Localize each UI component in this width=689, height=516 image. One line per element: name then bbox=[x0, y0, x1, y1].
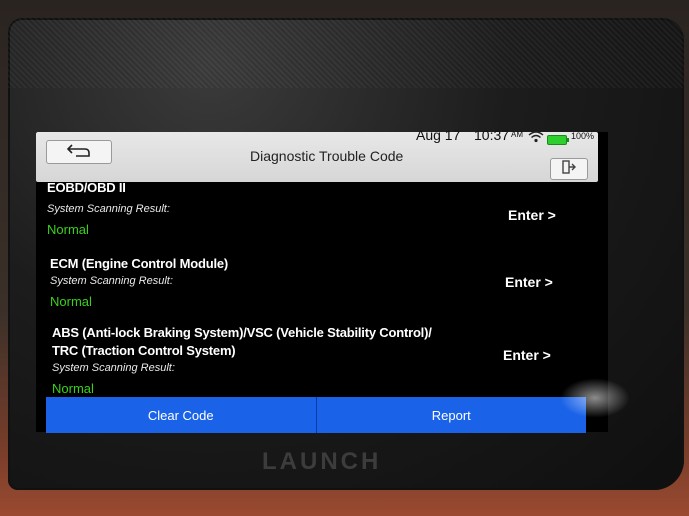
wifi-icon bbox=[528, 130, 544, 148]
system-name: ECM (Engine Control Module) bbox=[50, 256, 229, 271]
page-title: Diagnostic Trouble Code bbox=[250, 148, 404, 164]
footer-bar: Clear Code Report bbox=[46, 397, 586, 433]
status-time: 10:37 bbox=[474, 127, 510, 143]
system-name: ABS (Anti-lock Braking System)/VSC (Vehi… bbox=[52, 325, 432, 340]
back-arrow-icon bbox=[66, 142, 92, 163]
battery-icon bbox=[547, 132, 569, 150]
system-result-label: System Scanning Result: bbox=[50, 275, 173, 287]
enter-button[interactable]: Enter > bbox=[505, 274, 553, 290]
enter-button[interactable]: Enter > bbox=[503, 347, 551, 363]
bezel-texture bbox=[8, 18, 684, 88]
enter-button[interactable]: Enter > bbox=[508, 207, 556, 223]
exit-button[interactable] bbox=[550, 158, 588, 180]
clear-code-button[interactable]: Clear Code bbox=[46, 397, 316, 433]
system-status: Normal bbox=[50, 294, 92, 309]
report-button[interactable]: Report bbox=[315, 397, 587, 433]
system-name-line2: TRC (Traction Control System) bbox=[52, 343, 236, 358]
status-ampm: AM bbox=[511, 130, 523, 139]
status-date: Aug 17 bbox=[416, 127, 461, 143]
brand-logo: LAUNCH bbox=[262, 448, 382, 475]
battery-percent: 100% bbox=[571, 131, 595, 141]
system-result-label: System Scanning Result: bbox=[47, 203, 170, 215]
system-name: EOBD/OBD II bbox=[47, 180, 126, 195]
exit-icon bbox=[562, 159, 576, 179]
system-status: Normal bbox=[47, 222, 89, 237]
screen-glare bbox=[560, 378, 630, 418]
system-result-label: System Scanning Result: bbox=[52, 362, 175, 374]
system-status: Normal bbox=[52, 381, 94, 396]
back-button[interactable] bbox=[46, 140, 112, 164]
